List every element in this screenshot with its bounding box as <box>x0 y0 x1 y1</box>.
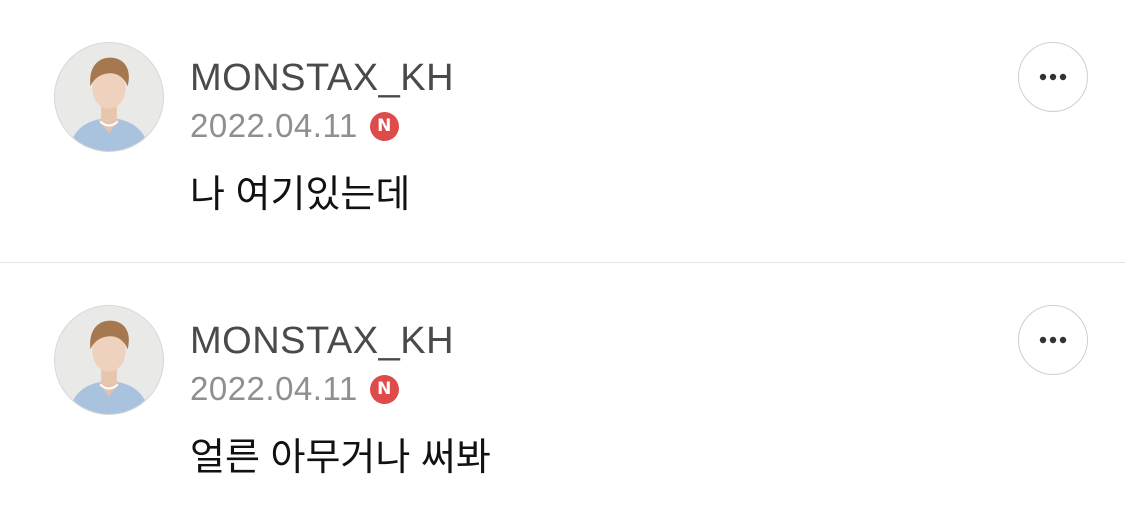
avatar-photo <box>55 306 163 414</box>
more-options-button[interactable] <box>1018 305 1088 375</box>
post-message: 얼른 아무거나 써봐 <box>190 437 491 479</box>
username[interactable]: MONSTAX_KH <box>190 58 454 98</box>
post-meta: 2022.04.11 N <box>190 108 399 144</box>
new-badge: N <box>369 374 399 404</box>
post-message: 나 여기있는데 <box>190 174 411 216</box>
more-options-button[interactable] <box>1018 42 1088 112</box>
avatar[interactable] <box>54 305 164 415</box>
more-horizontal-icon <box>1039 336 1067 344</box>
more-horizontal-icon <box>1039 73 1067 81</box>
post-item: MONSTAX_KH 2022.04.11 N 얼른 아무거나 써봐 <box>0 263 1125 517</box>
post-date: 2022.04.11 <box>190 370 358 407</box>
new-badge: N <box>369 111 399 141</box>
avatar-photo <box>55 43 163 151</box>
avatar[interactable] <box>54 42 164 152</box>
username[interactable]: MONSTAX_KH <box>190 321 454 361</box>
post-item: MONSTAX_KH 2022.04.11 N 나 여기있는데 <box>0 0 1125 262</box>
post-date: 2022.04.11 <box>190 107 358 144</box>
post-meta: 2022.04.11 N <box>190 371 399 407</box>
